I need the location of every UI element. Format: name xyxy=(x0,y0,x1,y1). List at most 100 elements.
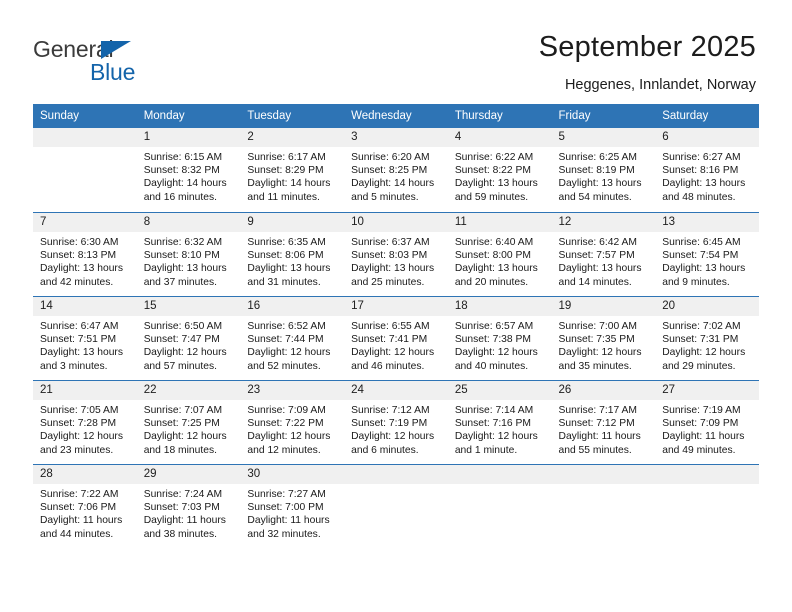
calendar-day-cell[interactable]: 11 Sunrise: 6:40 AM Sunset: 8:00 PM Dayligh… xyxy=(447,212,552,296)
day-details: Sunrise: 6:37 AM Sunset: 8:03 PM Daylight:… xyxy=(344,232,448,289)
daylight-text-line1: Daylight: 13 hours xyxy=(454,263,538,275)
calendar-day-cell[interactable] xyxy=(655,464,759,548)
sunrise-text: Sunrise: 6:47 AM xyxy=(40,321,119,332)
day-details xyxy=(552,484,656,488)
calendar-day-cell[interactable]: 5 Sunrise: 6:25 AM Sunset: 8:19 PM Daylight… xyxy=(551,128,656,212)
calendar-day-cell[interactable]: 23 Sunrise: 7:09 AM Sunset: 7:22 PM Dayligh… xyxy=(240,380,345,464)
sunset-text: Sunset: 8:16 PM xyxy=(662,165,739,177)
calendar-day-cell[interactable]: 14 Sunrise: 6:47 AM Sunset: 7:51 PM Dayligh… xyxy=(33,296,137,380)
calendar-day-cell[interactable]: 22 Sunrise: 7:07 AM Sunset: 7:25 PM Dayligh… xyxy=(136,380,241,464)
weekday-header-tuesday: Tuesday xyxy=(240,104,345,128)
calendar-day: 24 Sunrise: 7:12 AM Sunset: 7:19 PM Dayligh… xyxy=(344,380,448,464)
daylight-text-line2: and 55 minutes. xyxy=(558,444,632,456)
day-details: Sunrise: 7:05 AM Sunset: 7:28 PM Daylight:… xyxy=(33,400,137,457)
calendar-day: 14 Sunrise: 6:47 AM Sunset: 7:51 PM Dayligh… xyxy=(33,296,137,380)
daylight-text-line2: and 11 minutes. xyxy=(247,191,320,203)
calendar-day-cell[interactable]: 8 Sunrise: 6:32 AM Sunset: 8:10 PM Daylight… xyxy=(136,212,241,296)
day-number: 17 xyxy=(344,297,448,316)
daylight-text-line1: Daylight: 13 hours xyxy=(351,263,435,275)
daylight-text-line1: Daylight: 12 hours xyxy=(454,431,538,443)
sunrise-text: Sunrise: 6:37 AM xyxy=(351,237,430,248)
calendar-day-cell[interactable]: 18 Sunrise: 6:57 AM Sunset: 7:38 PM Dayligh… xyxy=(447,296,552,380)
calendar-day-cell[interactable]: 30 Sunrise: 7:27 AM Sunset: 7:00 PM Dayligh… xyxy=(240,464,345,548)
daylight-text-line1: Daylight: 11 hours xyxy=(662,431,745,443)
sunset-text: Sunset: 8:25 PM xyxy=(351,165,428,177)
day-number: 18 xyxy=(447,297,552,316)
calendar-day-cell[interactable]: 25 Sunrise: 7:14 AM Sunset: 7:16 PM Dayligh… xyxy=(447,380,552,464)
sunrise-text: Sunrise: 6:15 AM xyxy=(143,152,223,163)
calendar-day-cell[interactable]: 21 Sunrise: 7:05 AM Sunset: 7:28 PM Dayligh… xyxy=(33,380,137,464)
general-blue-logo[interactable]: General Blue xyxy=(33,36,233,88)
calendar-day-cell[interactable]: 29 Sunrise: 7:24 AM Sunset: 7:03 PM Dayligh… xyxy=(136,464,241,548)
day-number: 10 xyxy=(344,213,448,232)
day-details xyxy=(33,147,137,151)
calendar-day-cell[interactable]: 9 Sunrise: 6:35 AM Sunset: 8:06 PM Daylight… xyxy=(240,212,345,296)
daylight-text-line1: Daylight: 12 hours xyxy=(143,347,227,359)
calendar-day-empty xyxy=(447,464,552,548)
calendar-day-cell[interactable]: 16 Sunrise: 6:52 AM Sunset: 7:44 PM Dayligh… xyxy=(240,296,345,380)
calendar-day-cell[interactable]: 28 Sunrise: 7:22 AM Sunset: 7:06 PM Dayligh… xyxy=(33,464,137,548)
daylight-text-line1: Daylight: 13 hours xyxy=(247,263,331,275)
sunset-text: Sunset: 7:03 PM xyxy=(143,502,220,514)
day-number: 3 xyxy=(344,128,448,147)
weekday-header-sunday: Sunday xyxy=(33,104,137,128)
day-details xyxy=(448,484,552,488)
calendar-day-cell[interactable]: 27 Sunrise: 7:19 AM Sunset: 7:09 PM Dayligh… xyxy=(655,380,759,464)
weekday-header-saturday: Saturday xyxy=(655,104,759,128)
calendar-day: 11 Sunrise: 6:40 AM Sunset: 8:00 PM Dayligh… xyxy=(447,212,552,296)
sunrise-text: Sunrise: 6:25 AM xyxy=(558,152,637,163)
daylight-text-line1: Daylight: 12 hours xyxy=(558,347,642,359)
daylight-text-line1: Daylight: 12 hours xyxy=(454,347,538,359)
sunrise-text: Sunrise: 6:27 AM xyxy=(662,152,741,163)
calendar-day: 23 Sunrise: 7:09 AM Sunset: 7:22 PM Dayligh… xyxy=(240,380,345,464)
sunset-text: Sunset: 7:19 PM xyxy=(351,418,428,430)
sunset-text: Sunset: 7:28 PM xyxy=(40,418,117,430)
calendar-day-cell[interactable] xyxy=(551,464,656,548)
calendar-day: 25 Sunrise: 7:14 AM Sunset: 7:16 PM Dayligh… xyxy=(447,380,552,464)
sunrise-text: Sunrise: 6:22 AM xyxy=(454,152,534,163)
sunrise-text: Sunrise: 7:24 AM xyxy=(143,489,223,500)
sunset-text: Sunset: 8:32 PM xyxy=(143,165,220,177)
calendar-day-cell[interactable]: 15 Sunrise: 6:50 AM Sunset: 7:47 PM Dayligh… xyxy=(136,296,241,380)
calendar-day-cell[interactable] xyxy=(447,464,552,548)
calendar-day-cell[interactable]: 19 Sunrise: 7:00 AM Sunset: 7:35 PM Dayligh… xyxy=(551,296,656,380)
calendar-day-cell[interactable] xyxy=(344,464,448,548)
calendar-day-cell[interactable] xyxy=(33,128,137,212)
daylight-text-line2: and 40 minutes. xyxy=(454,360,529,372)
calendar-day-cell[interactable]: 4 Sunrise: 6:22 AM Sunset: 8:22 PM Daylight… xyxy=(447,128,552,212)
day-number: 30 xyxy=(240,465,345,484)
sunrise-text: Sunrise: 6:50 AM xyxy=(143,321,223,332)
daylight-text-line2: and 29 minutes. xyxy=(662,360,736,372)
calendar-week-row: 7 Sunrise: 6:30 AM Sunset: 8:13 PM Daylight… xyxy=(33,212,759,296)
page-subtitle: Heggenes, Innlandet, Norway xyxy=(564,77,756,93)
calendar-day: 26 Sunrise: 7:17 AM Sunset: 7:12 PM Dayligh… xyxy=(551,380,656,464)
calendar-day: 29 Sunrise: 7:24 AM Sunset: 7:03 PM Dayligh… xyxy=(136,464,241,548)
day-number: 25 xyxy=(447,381,552,400)
calendar-day-empty xyxy=(655,464,759,548)
calendar-day-cell[interactable]: 10 Sunrise: 6:37 AM Sunset: 8:03 PM Dayligh… xyxy=(344,212,448,296)
sunset-text: Sunset: 8:10 PM xyxy=(143,250,220,262)
calendar-day-cell[interactable]: 2 Sunrise: 6:17 AM Sunset: 8:29 PM Daylight… xyxy=(240,128,345,212)
calendar-day-cell[interactable]: 3 Sunrise: 6:20 AM Sunset: 8:25 PM Daylight… xyxy=(344,128,448,212)
calendar-day-cell[interactable]: 17 Sunrise: 6:55 AM Sunset: 7:41 PM Dayligh… xyxy=(344,296,448,380)
calendar-day-cell[interactable]: 20 Sunrise: 7:02 AM Sunset: 7:31 PM Dayligh… xyxy=(655,296,759,380)
weekday-header-wednesday: Wednesday xyxy=(344,104,448,128)
daylight-text-line1: Daylight: 12 hours xyxy=(247,431,331,443)
day-number: 13 xyxy=(655,213,759,232)
day-number: 5 xyxy=(551,128,656,147)
sunset-text: Sunset: 7:47 PM xyxy=(143,334,220,346)
sunset-text: Sunset: 7:25 PM xyxy=(143,418,220,430)
calendar-day-cell[interactable]: 13 Sunrise: 6:45 AM Sunset: 7:54 PM Dayligh… xyxy=(655,212,759,296)
day-details: Sunrise: 6:57 AM Sunset: 7:38 PM Daylight:… xyxy=(448,316,552,373)
calendar-day-cell[interactable]: 24 Sunrise: 7:12 AM Sunset: 7:19 PM Dayligh… xyxy=(344,380,448,464)
calendar-day-cell[interactable]: 7 Sunrise: 6:30 AM Sunset: 8:13 PM Daylight… xyxy=(33,212,137,296)
day-number: 21 xyxy=(33,381,137,400)
calendar-day-cell[interactable]: 26 Sunrise: 7:17 AM Sunset: 7:12 PM Dayligh… xyxy=(551,380,656,464)
daylight-text-line2: and 31 minutes. xyxy=(247,276,321,288)
day-details: Sunrise: 6:17 AM Sunset: 8:29 PM Daylight:… xyxy=(240,147,344,204)
calendar-day: 27 Sunrise: 7:19 AM Sunset: 7:09 PM Dayligh… xyxy=(655,380,759,464)
calendar-day-cell[interactable]: 6 Sunrise: 6:27 AM Sunset: 8:16 PM Daylight… xyxy=(655,128,759,212)
calendar-day-cell[interactable]: 1 Sunrise: 6:15 AM Sunset: 8:32 PM Daylight… xyxy=(136,128,241,212)
calendar-day-cell[interactable]: 12 Sunrise: 6:42 AM Sunset: 7:57 PM Dayligh… xyxy=(551,212,656,296)
day-details: Sunrise: 6:22 AM Sunset: 8:22 PM Daylight:… xyxy=(448,147,552,204)
